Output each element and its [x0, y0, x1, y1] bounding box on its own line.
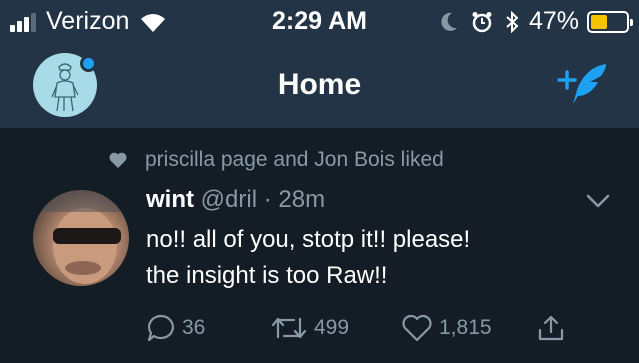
tweet-text: no!! all of you, stotp it!! please! the … — [146, 222, 616, 294]
alarm-icon — [472, 11, 492, 32]
share-icon — [538, 315, 564, 341]
status-bar: Verizon 2:29 AM 47% — [0, 0, 639, 40]
author-photo-icon — [33, 190, 129, 284]
like-button[interactable]: 1,815 — [401, 313, 492, 343]
reply-button[interactable]: 36 — [146, 313, 205, 343]
tweet-text-line: no!! all of you, stotp it!! please! — [146, 226, 471, 253]
retweet-count: 499 — [314, 316, 350, 339]
share-button[interactable] — [536, 313, 572, 343]
app-header: Home — [0, 40, 639, 128]
retweet-button[interactable]: 499 — [270, 313, 349, 343]
social-context-text: priscilla page and Jon Bois liked — [145, 148, 444, 171]
author-handle[interactable]: @dril — [201, 186, 257, 213]
battery-icon — [587, 10, 633, 33]
compose-tweet-button[interactable] — [556, 60, 612, 110]
separator-dot: · — [263, 186, 272, 213]
bluetooth-icon — [506, 10, 519, 33]
reply-count: 36 — [182, 316, 206, 339]
social-context: priscilla page and Jon Bois liked — [108, 148, 444, 172]
page-title: Home — [277, 68, 362, 101]
like-count: 1,815 — [439, 316, 492, 339]
tweet-header: wint @dril · 28m — [146, 186, 325, 214]
chevron-down-icon[interactable] — [586, 193, 610, 209]
author-name[interactable]: wint — [146, 186, 194, 213]
tweet-author-avatar[interactable] — [33, 190, 129, 286]
heart-outline-icon — [402, 314, 432, 342]
reply-icon — [147, 314, 174, 342]
retweet-icon — [271, 317, 307, 339]
moon-icon — [441, 12, 457, 31]
heart-icon — [109, 152, 127, 168]
battery-percent: 47% — [528, 7, 579, 35]
tweet-actions: 36 499 1,815 — [146, 313, 616, 343]
tweet-timestamp: 28m — [278, 186, 326, 213]
tweet-text-line: the insight is too Raw!! — [146, 262, 388, 289]
compose-feather-icon — [557, 64, 606, 104]
